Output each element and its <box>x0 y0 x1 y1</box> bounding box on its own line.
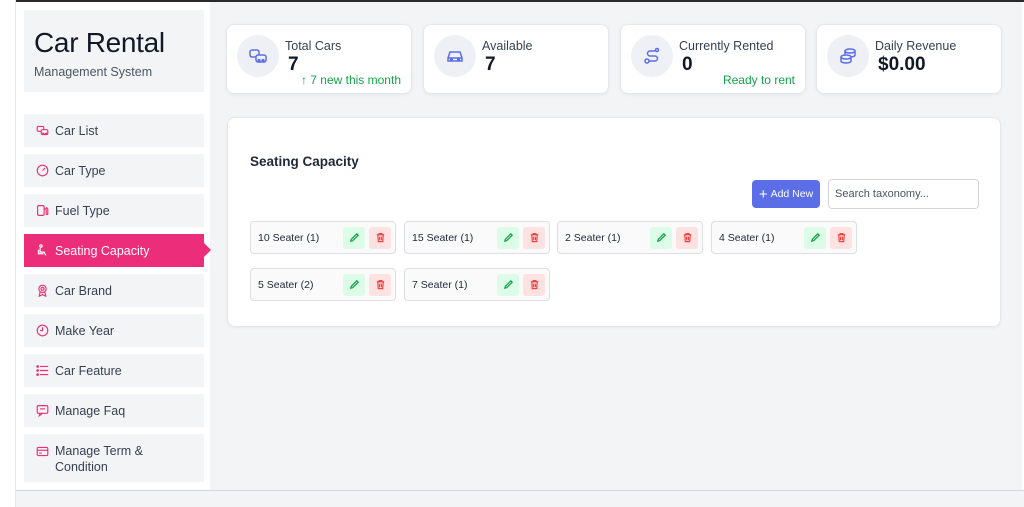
sidebar-item-car-feature[interactable]: Car Feature <box>24 354 204 387</box>
taxonomy-chip: 7 Seater (1) <box>404 268 550 301</box>
search-input[interactable] <box>828 179 979 209</box>
trash-icon <box>376 280 384 290</box>
pencil-icon <box>656 232 666 243</box>
taxonomy-chip: 5 Seater (2) <box>250 268 396 301</box>
faq-icon <box>35 404 49 418</box>
cars-icon <box>35 124 49 138</box>
sidebar-item-label: Car List <box>55 123 99 138</box>
fuel-icon <box>35 204 49 218</box>
delete-button[interactable] <box>369 273 391 296</box>
delete-button[interactable] <box>830 226 852 249</box>
sidebar-item-car-type[interactable]: Car Type <box>24 154 204 187</box>
brand-icon <box>35 284 49 298</box>
delete-button[interactable] <box>676 226 698 249</box>
chip-label: 4 Seater (1) <box>719 231 775 244</box>
sidebar-item-car-list[interactable]: Car List <box>24 114 204 147</box>
edit-button[interactable] <box>804 226 826 249</box>
plus-icon: + <box>758 185 768 203</box>
stat-label: Total Cars <box>285 39 342 53</box>
chip-label: 5 Seater (2) <box>258 278 314 291</box>
stat-card-currently-rented: Currently Rented 0 Ready to rent <box>620 24 806 94</box>
stat-label: Available <box>482 39 533 53</box>
chip-label: 7 Seater (1) <box>412 278 468 291</box>
clock-icon <box>35 324 49 338</box>
chip-label: 2 Seater (1) <box>565 231 621 244</box>
pencil-icon <box>810 232 820 243</box>
sidebar-item-fuel-type[interactable]: Fuel Type <box>24 194 204 227</box>
trash-icon <box>530 280 538 290</box>
stat-label: Currently Rented <box>679 39 774 53</box>
edit-button[interactable] <box>343 226 365 249</box>
car-icon <box>434 35 476 77</box>
chip-label: 10 Seater (1) <box>258 231 320 244</box>
stat-value: 7 <box>485 54 496 75</box>
coins-icon <box>827 35 869 77</box>
cars-icon <box>237 35 279 77</box>
sidebar-item-seating-capacity[interactable]: Seating Capacity <box>24 234 211 267</box>
window-left-gutter <box>0 0 16 507</box>
brand-subtitle: Management System <box>34 65 153 79</box>
sidebar: Car Rental Management System Car List Ca… <box>16 2 211 490</box>
stat-card-total-cars: Total Cars 7 ↑ 7 new this month <box>226 24 412 94</box>
sidebar-item-label: Seating Capacity <box>55 243 150 258</box>
route-icon <box>631 35 673 77</box>
sidebar-item-label: Car Brand <box>55 283 112 298</box>
stat-subtext: Ready to rent <box>722 73 795 87</box>
sidebar-item-label: Manage Term & Condition <box>55 444 144 474</box>
pencil-icon <box>503 232 513 243</box>
panel-title: Seating Capacity <box>250 154 359 169</box>
stat-label: Daily Revenue <box>875 39 957 53</box>
edit-button[interactable] <box>343 273 365 296</box>
delete-button[interactable] <box>369 226 391 249</box>
delete-button[interactable] <box>523 226 545 249</box>
pencil-icon <box>349 279 359 290</box>
stat-card-available: Available 7 <box>423 24 609 94</box>
taxonomy-chip: 2 Seater (1) <box>557 221 703 254</box>
trash-icon <box>530 233 538 243</box>
sidebar-item-manage-faq[interactable]: Manage Faq <box>24 394 204 427</box>
gauge-icon <box>35 164 49 178</box>
sidebar-item-label: Car Feature <box>55 363 122 378</box>
chip-label: 15 Seater (1) <box>412 231 474 244</box>
sidebar-item-label: Fuel Type <box>55 203 110 218</box>
sidebar-item-manage-terms[interactable]: Manage Term & Condition <box>24 434 204 482</box>
taxonomy-panel: Seating Capacity + Add New 10 Seater (1)… <box>227 117 1001 327</box>
stat-card-daily-revenue: Daily Revenue $0.00 <box>816 24 1002 94</box>
sidebar-item-label: Make Year <box>55 323 115 338</box>
window-bottom-border <box>16 490 1024 507</box>
seat-icon <box>35 244 49 258</box>
sidebar-item-make-year[interactable]: Make Year <box>24 314 204 347</box>
app-root: Car Rental Management System Car List Ca… <box>16 2 1022 490</box>
delete-button[interactable] <box>523 273 545 296</box>
brand-block: Car Rental Management System <box>24 10 204 92</box>
stat-subtext: ↑ 7 new this month <box>300 73 401 87</box>
pencil-icon <box>349 232 359 243</box>
sidebar-item-label: Manage Faq <box>55 403 126 418</box>
sidebar-item-label: Car Type <box>55 163 106 178</box>
trash-icon <box>837 233 845 243</box>
pencil-icon <box>503 279 513 290</box>
brand-title: Car Rental <box>34 27 165 58</box>
trash-icon <box>376 233 384 243</box>
add-new-button[interactable]: + Add New <box>752 180 820 208</box>
taxonomy-chip: 4 Seater (1) <box>711 221 857 254</box>
taxonomy-chip: 15 Seater (1) <box>404 221 550 254</box>
stat-value: 0 <box>682 54 693 75</box>
edit-button[interactable] <box>497 273 519 296</box>
sidebar-item-car-brand[interactable]: Car Brand <box>24 274 204 307</box>
add-new-label: Add New <box>770 188 814 200</box>
list-icon <box>35 364 49 378</box>
edit-button[interactable] <box>497 226 519 249</box>
trash-icon <box>683 233 691 243</box>
stat-value: 7 <box>288 54 299 75</box>
edit-button[interactable] <box>650 226 672 249</box>
stat-value: $0.00 <box>878 54 926 75</box>
taxonomy-chip: 10 Seater (1) <box>250 221 396 254</box>
